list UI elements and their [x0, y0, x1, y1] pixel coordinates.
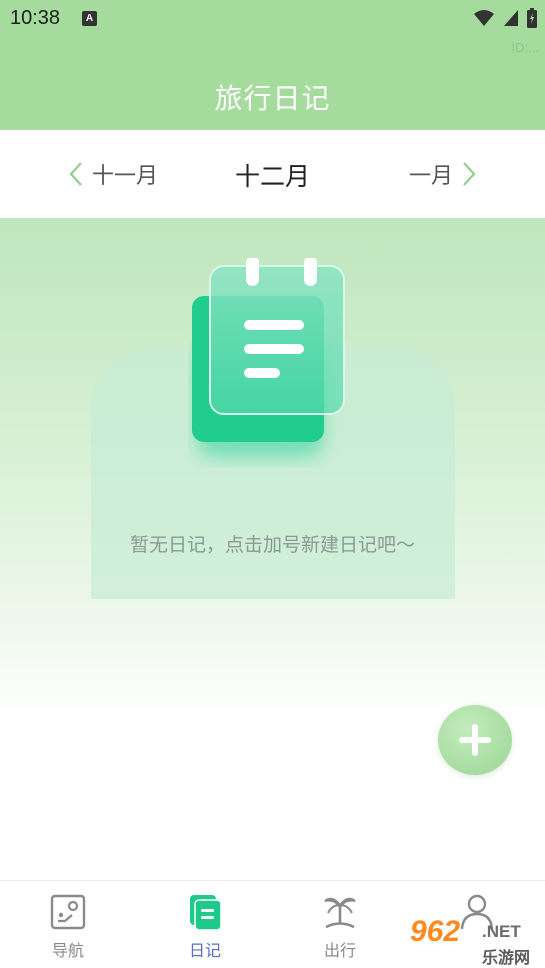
palm-tree-icon [324, 897, 356, 929]
nav-label-navigation: 导航 [51, 941, 84, 960]
next-month-button[interactable]: 一月 [409, 158, 477, 190]
nav-item-navigation[interactable]: 导航 [8, 881, 128, 968]
system-icons [473, 8, 537, 28]
page-title: 旅行日记 [214, 82, 331, 115]
watermark-brand: 962 [410, 915, 461, 948]
diary-list-area: 暂无日记，点击加号新建日记吧～ [0, 218, 545, 718]
empty-state-message: 暂无日记，点击加号新建日记吧～ [129, 534, 415, 556]
nav-label-diary: 日记 [188, 941, 221, 960]
nav-item-travel[interactable]: 出行 [280, 881, 400, 968]
id-label: ID:... [511, 40, 539, 55]
wifi-icon [474, 10, 494, 26]
chevron-right-icon [463, 162, 476, 186]
signal-icon [504, 10, 518, 26]
battery-icon [527, 8, 537, 28]
plus-icon [459, 724, 491, 756]
app-header: 10:38 A ID:... 旅行日记 [0, 0, 545, 130]
watermark-cn: 乐游网 [482, 948, 531, 967]
notification-badge: A [82, 11, 97, 26]
diary-notebook-icon [192, 258, 345, 458]
nav-label-travel: 出行 [323, 941, 356, 960]
next-month-label: 一月 [408, 164, 453, 189]
map-icon [50, 894, 86, 930]
status-bar: 10:38 A [0, 0, 545, 36]
add-diary-button[interactable] [438, 705, 512, 775]
nav-item-diary[interactable]: 日记 [145, 881, 265, 968]
diary-icon [190, 895, 222, 931]
month-navigator: 十一月 十二月 一月 [0, 130, 545, 218]
status-time: 10:38 [10, 7, 61, 29]
watermark-domain: .NET [482, 922, 521, 941]
